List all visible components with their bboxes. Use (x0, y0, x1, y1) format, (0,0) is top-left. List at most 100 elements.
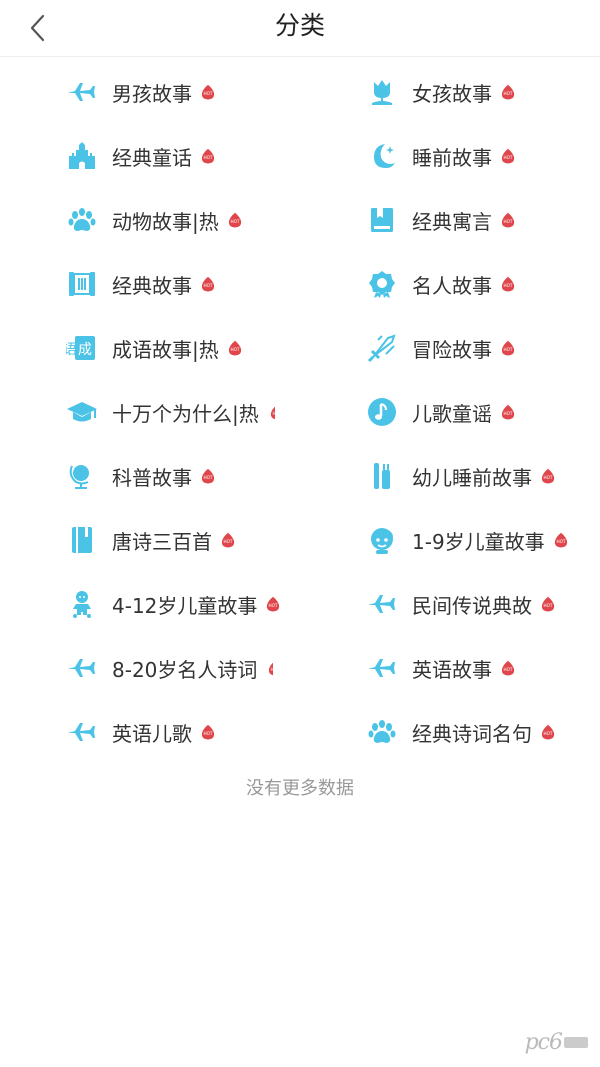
hot-badge-icon: HOT (500, 340, 516, 356)
category-row: 唐诗三百首 HOT 1-9岁儿童故事 HOT (0, 508, 600, 572)
hot-badge-icon: HOT (500, 84, 516, 100)
category-item[interactable]: 十万个为什么|热 HOT (66, 380, 304, 444)
category-item[interactable]: 1-9岁儿童故事 HOT (366, 508, 598, 572)
svg-text:HOT: HOT (503, 411, 512, 416)
svg-text:HOT: HOT (503, 219, 512, 224)
svg-text:HOT: HOT (503, 91, 512, 96)
category-label: 唐诗三百首 (112, 529, 212, 554)
category-label: 经典童话 (112, 145, 192, 170)
category-label: 幼儿睡前故事 (412, 465, 532, 490)
svg-text:HOT: HOT (271, 667, 274, 672)
svg-text:HOT: HOT (503, 667, 512, 672)
category-row: 男孩故事 HOT 女孩故事 HOT (0, 60, 600, 124)
castle-icon (66, 140, 98, 172)
category-label: 英语故事 (412, 657, 492, 682)
svg-text:HOT: HOT (543, 603, 552, 608)
paw-icon (66, 204, 98, 236)
category-item[interactable]: 民间传说典故 HOT (366, 572, 598, 636)
svg-text:HOT: HOT (230, 219, 239, 224)
svg-text:语: 语 (66, 342, 77, 358)
hot-badge-icon: HOT (200, 148, 216, 164)
category-label: 睡前故事 (412, 145, 492, 170)
category-item[interactable]: 英语儿歌 HOT (66, 700, 304, 764)
category-row: 科普故事 HOT 幼儿睡前故事 HOT (0, 444, 600, 508)
award-icon (366, 268, 398, 300)
category-item[interactable]: 冒险故事 HOT (366, 316, 598, 380)
category-item[interactable]: 经典童话 HOT (66, 124, 304, 188)
category-item[interactable]: 成语成语故事|热 HOT (66, 316, 304, 380)
svg-text:成: 成 (78, 342, 92, 358)
hot-badge-icon: HOT (265, 596, 281, 612)
music-note-icon (366, 396, 398, 428)
hot-badge-icon: HOT (500, 660, 516, 676)
svg-text:HOT: HOT (203, 731, 212, 736)
category-grid: 男孩故事 HOT 女孩故事 HOT 经典童话 HOT 睡前故事 HOT 动物故事|热 HOT 经典寓… (0, 60, 600, 764)
category-label: 8-20岁名人诗词 (112, 657, 258, 682)
toothbrush-icon (366, 460, 398, 492)
header-bar: 分类 (0, 0, 600, 57)
svg-text:HOT: HOT (203, 475, 212, 480)
category-item[interactable]: 科普故事 HOT (66, 444, 304, 508)
svg-text:HOT: HOT (503, 283, 512, 288)
category-label: 女孩故事 (412, 81, 492, 106)
category-item[interactable]: 英语故事 HOT (366, 636, 598, 700)
hot-badge-icon: HOT (227, 212, 243, 228)
watermark-logo: pc6 (510, 1019, 588, 1055)
category-item[interactable]: 经典诗词名句 HOT (366, 700, 598, 764)
category-label: 动物故事|热 (112, 209, 219, 234)
category-label: 成语故事|热 (112, 337, 219, 362)
svg-text:HOT: HOT (503, 155, 512, 160)
category-row: 动物故事|热 HOT 经典寓言 HOT (0, 188, 600, 252)
category-item[interactable]: 经典故事 HOT (66, 252, 304, 316)
notebook-icon (66, 524, 98, 556)
category-row: 经典故事 HOT 名人故事 HOT (0, 252, 600, 316)
airplane-icon (366, 652, 398, 684)
graduation-cap-icon (66, 396, 98, 428)
category-label: 4-12岁儿童故事 (112, 593, 258, 618)
moon-icon (366, 140, 398, 172)
svg-text:HOT: HOT (543, 475, 552, 480)
category-item[interactable]: 儿歌童谣 HOT (366, 380, 598, 444)
category-label: 经典诗词名句 (412, 721, 532, 746)
category-label: 十万个为什么|热 (112, 401, 259, 426)
category-item[interactable]: 唐诗三百首 HOT (66, 508, 304, 572)
category-label: 儿歌童谣 (412, 401, 492, 426)
category-item[interactable]: 名人故事 HOT (366, 252, 598, 316)
hot-badge-icon: HOT (500, 212, 516, 228)
hot-badge-icon: HOT (500, 404, 516, 420)
hot-badge-icon: HOT (540, 596, 556, 612)
paw-icon (366, 716, 398, 748)
svg-text:HOT: HOT (203, 155, 212, 160)
svg-text:HOT: HOT (203, 283, 212, 288)
hot-badge-icon: HOT (540, 468, 556, 484)
svg-text:HOT: HOT (543, 731, 552, 736)
category-item[interactable]: 女孩故事 HOT (366, 60, 598, 124)
category-item[interactable]: 经典寓言 HOT (366, 188, 598, 252)
category-item[interactable]: 幼儿睡前故事 HOT (366, 444, 598, 508)
category-item[interactable]: 动物故事|热 HOT (66, 188, 304, 252)
scroll-icon (66, 268, 98, 300)
idiom-icon: 成语 (66, 332, 98, 364)
svg-text:HOT: HOT (203, 91, 212, 96)
category-row: 成语成语故事|热 HOT 冒险故事 HOT (0, 316, 600, 380)
category-label: 名人故事 (412, 273, 492, 298)
hot-badge-icon: HOT (540, 724, 556, 740)
hot-badge-icon: HOT (200, 84, 216, 100)
category-item[interactable]: 4-12岁儿童故事 HOT (66, 572, 304, 636)
page-title: 分类 (274, 11, 325, 40)
category-item[interactable]: 睡前故事 HOT (366, 124, 598, 188)
svg-text:HOT: HOT (269, 603, 278, 608)
hot-badge-icon: HOT (220, 532, 236, 548)
hot-badge-icon: HOT (200, 276, 216, 292)
hot-badge-icon: HOT (200, 468, 216, 484)
airplane-icon (66, 716, 98, 748)
category-row: 经典童话 HOT 睡前故事 HOT (0, 124, 600, 188)
category-row: 8-20岁名人诗词 HOT 英语故事 HOT (0, 636, 600, 700)
sword-icon (366, 332, 398, 364)
hot-badge-icon: HOT (553, 532, 569, 548)
category-row: 十万个为什么|热 HOT 儿歌童谣 HOT (0, 380, 600, 444)
svg-text:HOT: HOT (503, 347, 512, 352)
category-item[interactable]: 8-20岁名人诗词 HOT (66, 636, 304, 700)
category-item[interactable]: 男孩故事 HOT (66, 60, 304, 124)
svg-text:HOT: HOT (223, 539, 232, 544)
